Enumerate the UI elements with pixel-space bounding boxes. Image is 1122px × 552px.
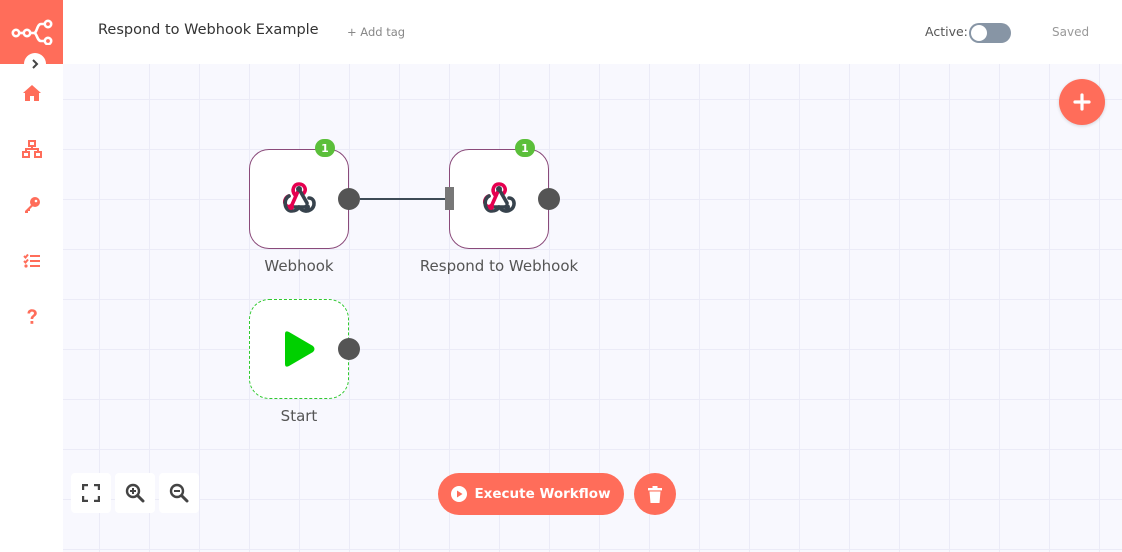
webhook-icon	[482, 182, 516, 213]
workflow-title[interactable]: Respond to Webhook Example	[98, 22, 319, 38]
toggle-knob	[971, 25, 987, 41]
active-label: Active:	[925, 24, 968, 39]
node-label: Start	[280, 407, 318, 425]
execution-count-badge: 1	[515, 139, 535, 157]
output-handle[interactable]	[338, 188, 360, 210]
input-handle[interactable]	[445, 187, 454, 210]
home-icon	[23, 85, 41, 101]
zoom-out-button[interactable]	[159, 473, 199, 513]
output-handle[interactable]	[538, 188, 560, 210]
webhook-icon	[282, 182, 316, 213]
node-start[interactable]	[249, 299, 349, 399]
key-icon	[25, 197, 40, 213]
play-icon	[285, 331, 315, 367]
sidebar-item-workflows[interactable]	[16, 133, 48, 165]
logo-icon	[10, 19, 52, 45]
zoom-to-fit-button[interactable]	[71, 473, 111, 513]
node-label: Webhook	[264, 257, 334, 275]
connection-line[interactable]	[360, 198, 450, 200]
node-label: Respond to Webhook	[419, 257, 579, 275]
execute-workflow-button[interactable]: Execute Workflow	[438, 473, 624, 515]
trash-icon	[648, 485, 662, 503]
node-respond-to-webhook[interactable]	[449, 149, 549, 249]
chevron-right-icon	[32, 59, 39, 69]
zoom-in-icon	[125, 483, 145, 503]
question-icon	[27, 309, 37, 324]
workflow-canvas[interactable]: 1 Webhook 1 Respond to Webhook Start Exe…	[63, 64, 1122, 552]
collapse-sidebar-button[interactable]	[24, 53, 46, 75]
output-handle[interactable]	[338, 338, 360, 360]
zoom-in-button[interactable]	[115, 473, 155, 513]
save-status: Saved	[1052, 25, 1090, 39]
sidebar	[0, 64, 63, 552]
sidebar-item-home[interactable]	[16, 77, 48, 109]
active-toggle[interactable]	[969, 23, 1011, 43]
sidebar-item-help[interactable]	[16, 301, 48, 333]
network-icon	[22, 140, 42, 158]
play-circle-icon	[451, 486, 468, 502]
zoom-out-icon	[169, 483, 189, 503]
add-node-button[interactable]	[1059, 79, 1105, 125]
node-webhook[interactable]	[249, 149, 349, 249]
top-header: Respond to Webhook Example + Add tag Act…	[0, 0, 1122, 64]
add-tag-button[interactable]: + Add tag	[347, 25, 405, 39]
tasks-icon	[23, 253, 40, 268]
sidebar-item-credentials[interactable]	[16, 189, 48, 221]
execute-label: Execute Workflow	[474, 486, 611, 502]
plus-icon	[1073, 93, 1091, 111]
execution-count-badge: 1	[315, 139, 335, 157]
expand-icon	[82, 484, 100, 502]
delete-button[interactable]	[634, 473, 676, 515]
sidebar-item-executions[interactable]	[16, 245, 48, 277]
